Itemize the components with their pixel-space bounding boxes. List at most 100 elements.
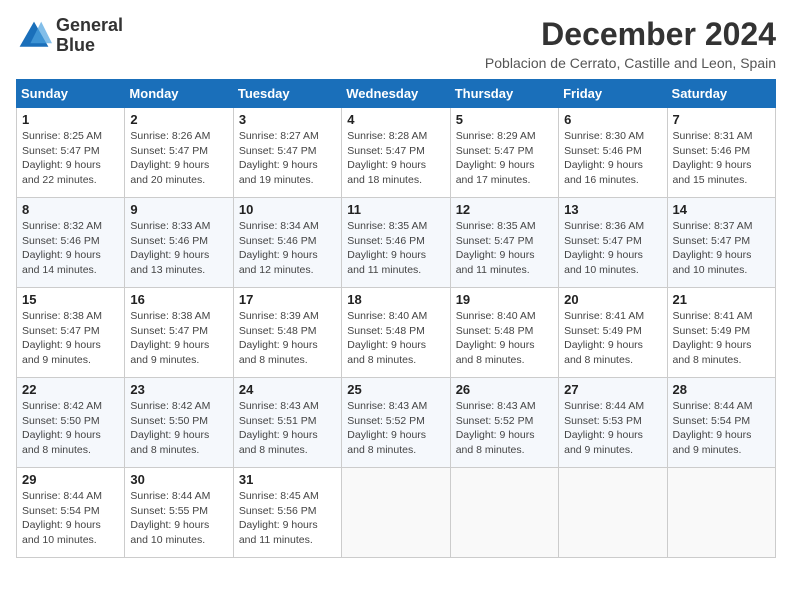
day-info: Sunrise: 8:42 AM Sunset: 5:50 PM Dayligh… — [130, 399, 227, 458]
calendar-day-4: 4 Sunrise: 8:28 AM Sunset: 5:47 PM Daylig… — [342, 108, 450, 198]
day-number: 8 — [22, 202, 119, 217]
calendar-day-1: 1 Sunrise: 8:25 AM Sunset: 5:47 PM Daylig… — [17, 108, 125, 198]
day-number: 14 — [673, 202, 770, 217]
day-number: 18 — [347, 292, 444, 307]
weekday-header-tuesday: Tuesday — [233, 80, 341, 108]
calendar-empty — [450, 468, 558, 558]
day-info: Sunrise: 8:34 AM Sunset: 5:46 PM Dayligh… — [239, 219, 336, 278]
calendar-day-9: 9 Sunrise: 8:33 AM Sunset: 5:46 PM Daylig… — [125, 198, 233, 288]
day-info: Sunrise: 8:30 AM Sunset: 5:46 PM Dayligh… — [564, 129, 661, 188]
day-info: Sunrise: 8:41 AM Sunset: 5:49 PM Dayligh… — [673, 309, 770, 368]
page-header: General Blue December 2024 Poblacion de … — [16, 16, 776, 71]
calendar-day-2: 2 Sunrise: 8:26 AM Sunset: 5:47 PM Daylig… — [125, 108, 233, 198]
day-info: Sunrise: 8:40 AM Sunset: 5:48 PM Dayligh… — [347, 309, 444, 368]
day-number: 20 — [564, 292, 661, 307]
calendar-day-21: 21 Sunrise: 8:41 AM Sunset: 5:49 PM Dayli… — [667, 288, 775, 378]
day-info: Sunrise: 8:39 AM Sunset: 5:48 PM Dayligh… — [239, 309, 336, 368]
day-info: Sunrise: 8:27 AM Sunset: 5:47 PM Dayligh… — [239, 129, 336, 188]
calendar-day-26: 26Sunrise: 8:43 AM Sunset: 5:52 PM Dayli… — [450, 378, 558, 468]
day-info: Sunrise: 8:35 AM Sunset: 5:47 PM Dayligh… — [456, 219, 553, 278]
day-number: 19 — [456, 292, 553, 307]
day-number: 13 — [564, 202, 661, 217]
day-number: 25 — [347, 382, 444, 397]
calendar-day-23: 23 Sunrise: 8:42 AM Sunset: 5:50 PM Dayli… — [125, 378, 233, 468]
day-info: Sunrise: 8:32 AM Sunset: 5:46 PM Dayligh… — [22, 219, 119, 278]
day-number: 22 — [22, 382, 119, 397]
day-number: 10 — [239, 202, 336, 217]
day-info: Sunrise: 8:35 AM Sunset: 5:46 PM Dayligh… — [347, 219, 444, 278]
calendar-day-25: 25 Sunrise: 8:43 AM Sunset: 5:52 PM Dayli… — [342, 378, 450, 468]
day-info: Sunrise: 8:36 AM Sunset: 5:47 PM Dayligh… — [564, 219, 661, 278]
day-info: Sunrise: 8:31 AM Sunset: 5:46 PM Dayligh… — [673, 129, 770, 188]
day-info: Sunrise: 8:45 AM Sunset: 5:56 PM Dayligh… — [239, 489, 336, 548]
calendar-day-20: 20 Sunrise: 8:41 AM Sunset: 5:49 PM Dayli… — [559, 288, 667, 378]
calendar-day-18: 18 Sunrise: 8:40 AM Sunset: 5:48 PM Dayli… — [342, 288, 450, 378]
weekday-header-sunday: Sunday — [17, 80, 125, 108]
calendar-header-row: SundayMondayTuesdayWednesdayThursdayFrid… — [17, 80, 776, 108]
day-number: 3 — [239, 112, 336, 127]
calendar-week-1: 1 Sunrise: 8:25 AM Sunset: 5:47 PM Daylig… — [17, 108, 776, 198]
day-number: 6 — [564, 112, 661, 127]
calendar-week-4: 22 Sunrise: 8:42 AM Sunset: 5:50 PM Dayli… — [17, 378, 776, 468]
day-info: Sunrise: 8:38 AM Sunset: 5:47 PM Dayligh… — [22, 309, 119, 368]
day-number: 23 — [130, 382, 227, 397]
calendar-day-5: 5 Sunrise: 8:29 AM Sunset: 5:47 PM Daylig… — [450, 108, 558, 198]
calendar-empty — [342, 468, 450, 558]
day-number: 2 — [130, 112, 227, 127]
day-info: Sunrise: 8:29 AM Sunset: 5:47 PM Dayligh… — [456, 129, 553, 188]
logo-line1: General — [56, 16, 123, 36]
weekday-header-wednesday: Wednesday — [342, 80, 450, 108]
calendar-day-30: 30Sunrise: 8:44 AM Sunset: 5:55 PM Dayli… — [125, 468, 233, 558]
day-number: 5 — [456, 112, 553, 127]
day-number: 7 — [673, 112, 770, 127]
day-info: Sunrise: 8:42 AM Sunset: 5:50 PM Dayligh… — [22, 399, 119, 458]
calendar-week-3: 15 Sunrise: 8:38 AM Sunset: 5:47 PM Dayli… — [17, 288, 776, 378]
calendar-day-12: 12 Sunrise: 8:35 AM Sunset: 5:47 PM Dayli… — [450, 198, 558, 288]
day-number: 9 — [130, 202, 227, 217]
day-info: Sunrise: 8:33 AM Sunset: 5:46 PM Dayligh… — [130, 219, 227, 278]
day-info: Sunrise: 8:40 AM Sunset: 5:48 PM Dayligh… — [456, 309, 553, 368]
calendar-day-29: 29 Sunrise: 8:44 AM Sunset: 5:54 PM Dayli… — [17, 468, 125, 558]
day-number: 1 — [22, 112, 119, 127]
title-area: December 2024 Poblacion de Cerrato, Cast… — [485, 16, 776, 71]
calendar-day-11: 11 Sunrise: 8:35 AM Sunset: 5:46 PM Dayli… — [342, 198, 450, 288]
day-info: Sunrise: 8:38 AM Sunset: 5:47 PM Dayligh… — [130, 309, 227, 368]
day-info: Sunrise: 8:44 AM Sunset: 5:54 PM Dayligh… — [22, 489, 119, 548]
calendar-day-14: 14Sunrise: 8:37 AM Sunset: 5:47 PM Dayli… — [667, 198, 775, 288]
calendar-day-28: 28Sunrise: 8:44 AM Sunset: 5:54 PM Dayli… — [667, 378, 775, 468]
calendar-body: 1 Sunrise: 8:25 AM Sunset: 5:47 PM Daylig… — [17, 108, 776, 558]
day-number: 4 — [347, 112, 444, 127]
calendar-day-27: 27 Sunrise: 8:44 AM Sunset: 5:53 PM Dayli… — [559, 378, 667, 468]
calendar-week-2: 8 Sunrise: 8:32 AM Sunset: 5:46 PM Daylig… — [17, 198, 776, 288]
day-number: 24 — [239, 382, 336, 397]
calendar-day-19: 19 Sunrise: 8:40 AM Sunset: 5:48 PM Dayli… — [450, 288, 558, 378]
weekday-header-thursday: Thursday — [450, 80, 558, 108]
day-number: 17 — [239, 292, 336, 307]
day-number: 11 — [347, 202, 444, 217]
day-info: Sunrise: 8:43 AM Sunset: 5:52 PM Dayligh… — [456, 399, 553, 458]
day-info: Sunrise: 8:26 AM Sunset: 5:47 PM Dayligh… — [130, 129, 227, 188]
day-info: Sunrise: 8:44 AM Sunset: 5:53 PM Dayligh… — [564, 399, 661, 458]
day-number: 29 — [22, 472, 119, 487]
calendar-day-7: 7 Sunrise: 8:31 AM Sunset: 5:46 PM Daylig… — [667, 108, 775, 198]
day-number: 15 — [22, 292, 119, 307]
day-info: Sunrise: 8:28 AM Sunset: 5:47 PM Dayligh… — [347, 129, 444, 188]
day-info: Sunrise: 8:44 AM Sunset: 5:54 PM Dayligh… — [673, 399, 770, 458]
calendar-table: SundayMondayTuesdayWednesdayThursdayFrid… — [16, 79, 776, 558]
logo-icon — [16, 18, 52, 54]
calendar-day-13: 13 Sunrise: 8:36 AM Sunset: 5:47 PM Dayli… — [559, 198, 667, 288]
day-info: Sunrise: 8:41 AM Sunset: 5:49 PM Dayligh… — [564, 309, 661, 368]
day-number: 27 — [564, 382, 661, 397]
calendar-empty — [559, 468, 667, 558]
day-number: 31 — [239, 472, 336, 487]
calendar-day-17: 17 Sunrise: 8:39 AM Sunset: 5:48 PM Dayli… — [233, 288, 341, 378]
day-info: Sunrise: 8:43 AM Sunset: 5:52 PM Dayligh… — [347, 399, 444, 458]
day-number: 12 — [456, 202, 553, 217]
day-number: 30 — [130, 472, 227, 487]
calendar-week-5: 29 Sunrise: 8:44 AM Sunset: 5:54 PM Dayli… — [17, 468, 776, 558]
day-number: 21 — [673, 292, 770, 307]
logo: General Blue — [16, 16, 123, 56]
day-info: Sunrise: 8:25 AM Sunset: 5:47 PM Dayligh… — [22, 129, 119, 188]
calendar-day-8: 8 Sunrise: 8:32 AM Sunset: 5:46 PM Daylig… — [17, 198, 125, 288]
day-number: 16 — [130, 292, 227, 307]
